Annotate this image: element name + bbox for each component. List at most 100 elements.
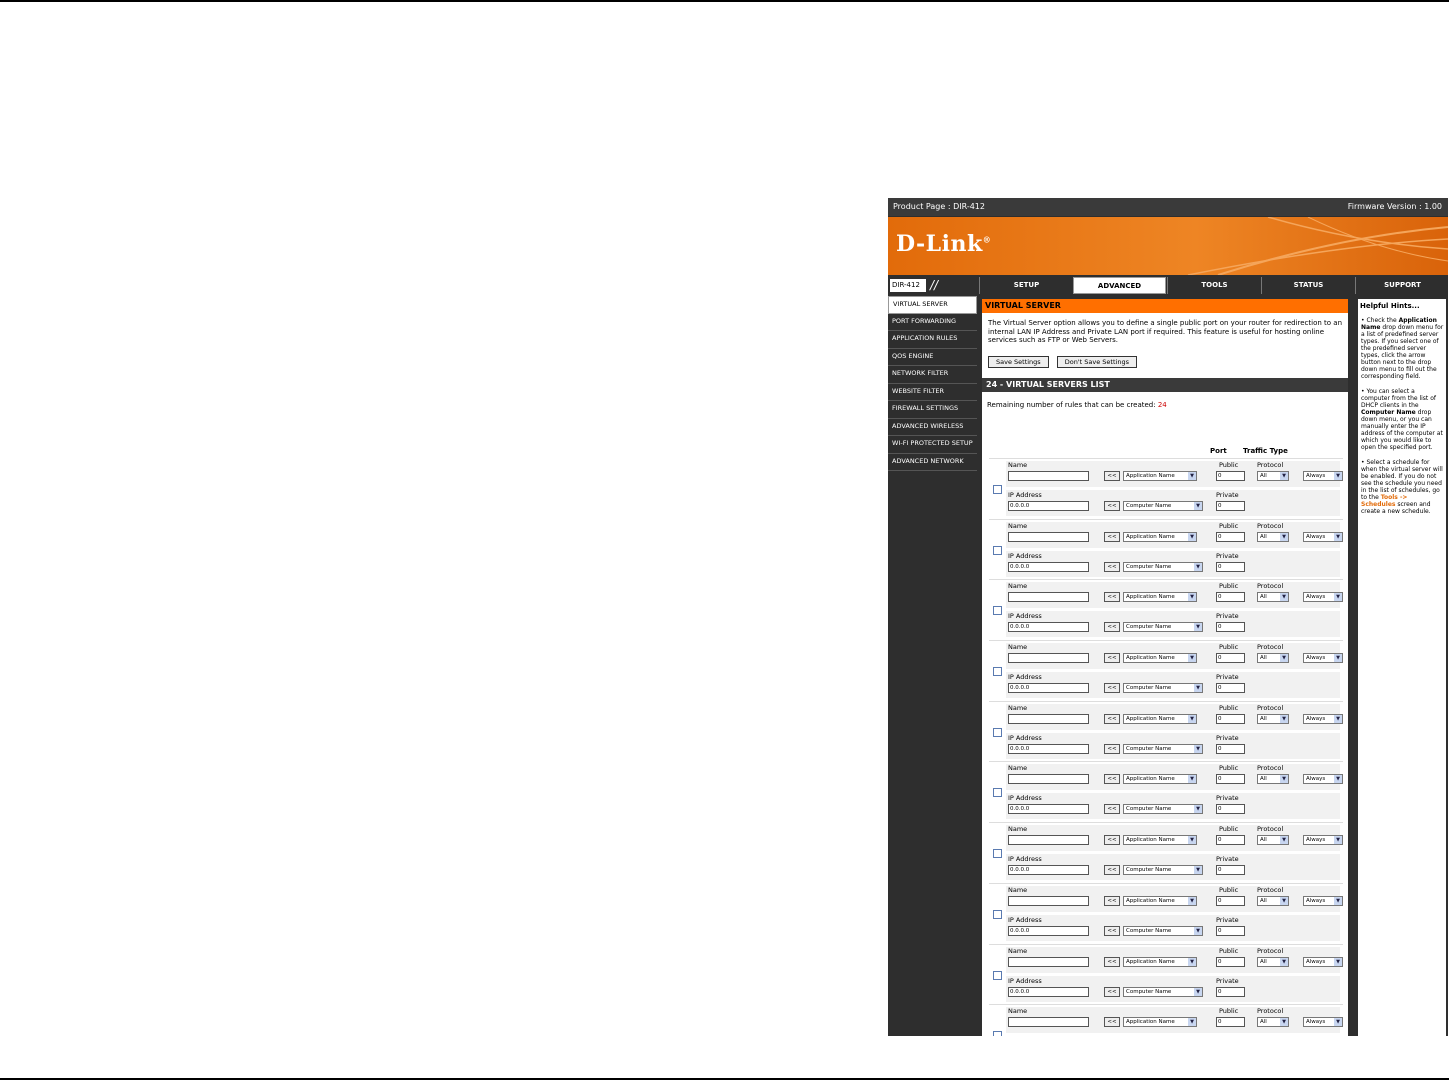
public-port-input[interactable]: 0: [1216, 653, 1245, 664]
computer-name-select[interactable]: Computer Name ▼: [1123, 804, 1203, 815]
schedule-select[interactable]: Always ▼: [1303, 835, 1343, 846]
name-input[interactable]: [1008, 531, 1089, 542]
public-port-input[interactable]: 0: [1216, 895, 1245, 906]
save-settings-button[interactable]: Save Settings: [988, 355, 1049, 368]
computer-name-select[interactable]: Computer Name ▼: [1123, 561, 1203, 572]
protocol-select[interactable]: All ▼: [1257, 956, 1289, 967]
sidebar-item-advanced-network[interactable]: ADVANCED NETWORK: [888, 454, 977, 471]
tab-status[interactable]: STATUS: [1261, 277, 1355, 294]
application-name-select[interactable]: Application Name ▼: [1123, 592, 1197, 603]
protocol-select[interactable]: All ▼: [1257, 653, 1289, 664]
application-name-select[interactable]: Application Name ▼: [1123, 774, 1197, 785]
public-port-input[interactable]: 0: [1216, 956, 1245, 967]
fill-computer-button[interactable]: <<: [1104, 986, 1120, 997]
schedule-select[interactable]: Always ▼: [1303, 653, 1343, 664]
tab-tools[interactable]: TOOLS: [1167, 277, 1261, 294]
application-name-select[interactable]: Application Name ▼: [1123, 713, 1197, 724]
private-port-input[interactable]: 0: [1216, 804, 1245, 815]
ip-address-input[interactable]: 0.0.0.0: [1008, 501, 1089, 511]
protocol-select[interactable]: All ▼: [1257, 774, 1289, 785]
schedule-select[interactable]: Always ▼: [1303, 956, 1343, 967]
private-port-input[interactable]: 0: [1216, 986, 1245, 997]
name-input[interactable]: [1008, 471, 1089, 481]
application-name-select[interactable]: Application Name ▼: [1123, 956, 1197, 967]
sidebar-item-firewall-settings[interactable]: FIREWALL SETTINGS: [888, 401, 977, 419]
private-port-input[interactable]: 0: [1216, 743, 1245, 754]
sidebar-item-port-forwarding[interactable]: PORT FORWARDING: [888, 314, 977, 331]
rule-enable-checkbox[interactable]: [993, 667, 1002, 677]
public-port-input[interactable]: 0: [1216, 713, 1245, 724]
public-port-input[interactable]: 0: [1216, 531, 1245, 542]
rule-enable-checkbox[interactable]: [993, 545, 1002, 555]
application-name-select[interactable]: Application Name ▼: [1123, 895, 1197, 906]
ip-address-input[interactable]: 0.0.0.0: [1008, 804, 1089, 815]
public-port-input[interactable]: 0: [1216, 471, 1245, 481]
ip-address-input[interactable]: 0.0.0.0: [1008, 561, 1089, 572]
protocol-select[interactable]: All ▼: [1257, 713, 1289, 724]
fill-application-button[interactable]: <<: [1104, 592, 1120, 603]
schedule-select[interactable]: Always ▼: [1303, 471, 1343, 481]
fill-computer-button[interactable]: <<: [1104, 743, 1120, 754]
application-name-select[interactable]: Application Name ▼: [1123, 835, 1197, 846]
name-input[interactable]: [1008, 956, 1089, 967]
schedule-select[interactable]: Always ▼: [1303, 592, 1343, 603]
application-name-select[interactable]: Application Name ▼: [1123, 471, 1197, 481]
public-port-input[interactable]: 0: [1216, 592, 1245, 603]
rule-enable-checkbox[interactable]: [993, 788, 1002, 798]
ip-address-input[interactable]: 0.0.0.0: [1008, 865, 1089, 876]
rule-enable-checkbox[interactable]: [993, 1031, 1002, 1036]
schedule-select[interactable]: Always ▼: [1303, 713, 1343, 724]
fill-application-button[interactable]: <<: [1104, 835, 1120, 846]
rule-enable-checkbox[interactable]: [993, 970, 1002, 980]
protocol-select[interactable]: All ▼: [1257, 471, 1289, 481]
computer-name-select[interactable]: Computer Name ▼: [1123, 925, 1203, 936]
sidebar-item-network-filter[interactable]: NETWORK FILTER: [888, 366, 977, 384]
public-port-input[interactable]: 0: [1216, 835, 1245, 846]
computer-name-select[interactable]: Computer Name ▼: [1123, 622, 1203, 633]
computer-name-select[interactable]: Computer Name ▼: [1123, 501, 1203, 511]
ip-address-input[interactable]: 0.0.0.0: [1008, 622, 1089, 633]
fill-application-button[interactable]: <<: [1104, 713, 1120, 724]
name-input[interactable]: [1008, 774, 1089, 785]
fill-computer-button[interactable]: <<: [1104, 622, 1120, 633]
protocol-select[interactable]: All ▼: [1257, 531, 1289, 542]
rule-enable-checkbox[interactable]: [993, 727, 1002, 737]
private-port-input[interactable]: 0: [1216, 683, 1245, 694]
public-port-input[interactable]: 0: [1216, 1017, 1245, 1028]
fill-application-button[interactable]: <<: [1104, 653, 1120, 664]
ip-address-input[interactable]: 0.0.0.0: [1008, 986, 1089, 997]
computer-name-select[interactable]: Computer Name ▼: [1123, 986, 1203, 997]
private-port-input[interactable]: 0: [1216, 561, 1245, 572]
fill-application-button[interactable]: <<: [1104, 956, 1120, 967]
sidebar-item-wi-fi-protected-setup[interactable]: WI-FI PROTECTED SETUP: [888, 436, 977, 454]
fill-computer-button[interactable]: <<: [1104, 804, 1120, 815]
private-port-input[interactable]: 0: [1216, 925, 1245, 936]
fill-application-button[interactable]: <<: [1104, 471, 1120, 481]
application-name-select[interactable]: Application Name ▼: [1123, 1017, 1197, 1028]
name-input[interactable]: [1008, 713, 1089, 724]
protocol-select[interactable]: All ▼: [1257, 1017, 1289, 1028]
schedule-select[interactable]: Always ▼: [1303, 774, 1343, 785]
private-port-input[interactable]: 0: [1216, 622, 1245, 633]
fill-application-button[interactable]: <<: [1104, 1017, 1120, 1028]
fill-computer-button[interactable]: <<: [1104, 925, 1120, 936]
fill-application-button[interactable]: <<: [1104, 774, 1120, 785]
sidebar-item-application-rules[interactable]: APPLICATION RULES: [888, 331, 977, 349]
ip-address-input[interactable]: 0.0.0.0: [1008, 925, 1089, 936]
schedule-select[interactable]: Always ▼: [1303, 895, 1343, 906]
fill-computer-button[interactable]: <<: [1104, 561, 1120, 572]
public-port-input[interactable]: 0: [1216, 774, 1245, 785]
name-input[interactable]: [1008, 1017, 1089, 1028]
fill-application-button[interactable]: <<: [1104, 895, 1120, 906]
schedule-select[interactable]: Always ▼: [1303, 1017, 1343, 1028]
tab-advanced[interactable]: ADVANCED: [1073, 277, 1166, 294]
ip-address-input[interactable]: 0.0.0.0: [1008, 683, 1089, 694]
schedule-select[interactable]: Always ▼: [1303, 531, 1343, 542]
sidebar-item-qos-engine[interactable]: QOS ENGINE: [888, 349, 977, 366]
private-port-input[interactable]: 0: [1216, 501, 1245, 511]
protocol-select[interactable]: All ▼: [1257, 592, 1289, 603]
sidebar-item-virtual-server[interactable]: VIRTUAL SERVER: [888, 296, 977, 314]
computer-name-select[interactable]: Computer Name ▼: [1123, 683, 1203, 694]
sidebar-item-advanced-wireless[interactable]: ADVANCED WIRELESS: [888, 419, 977, 436]
protocol-select[interactable]: All ▼: [1257, 895, 1289, 906]
